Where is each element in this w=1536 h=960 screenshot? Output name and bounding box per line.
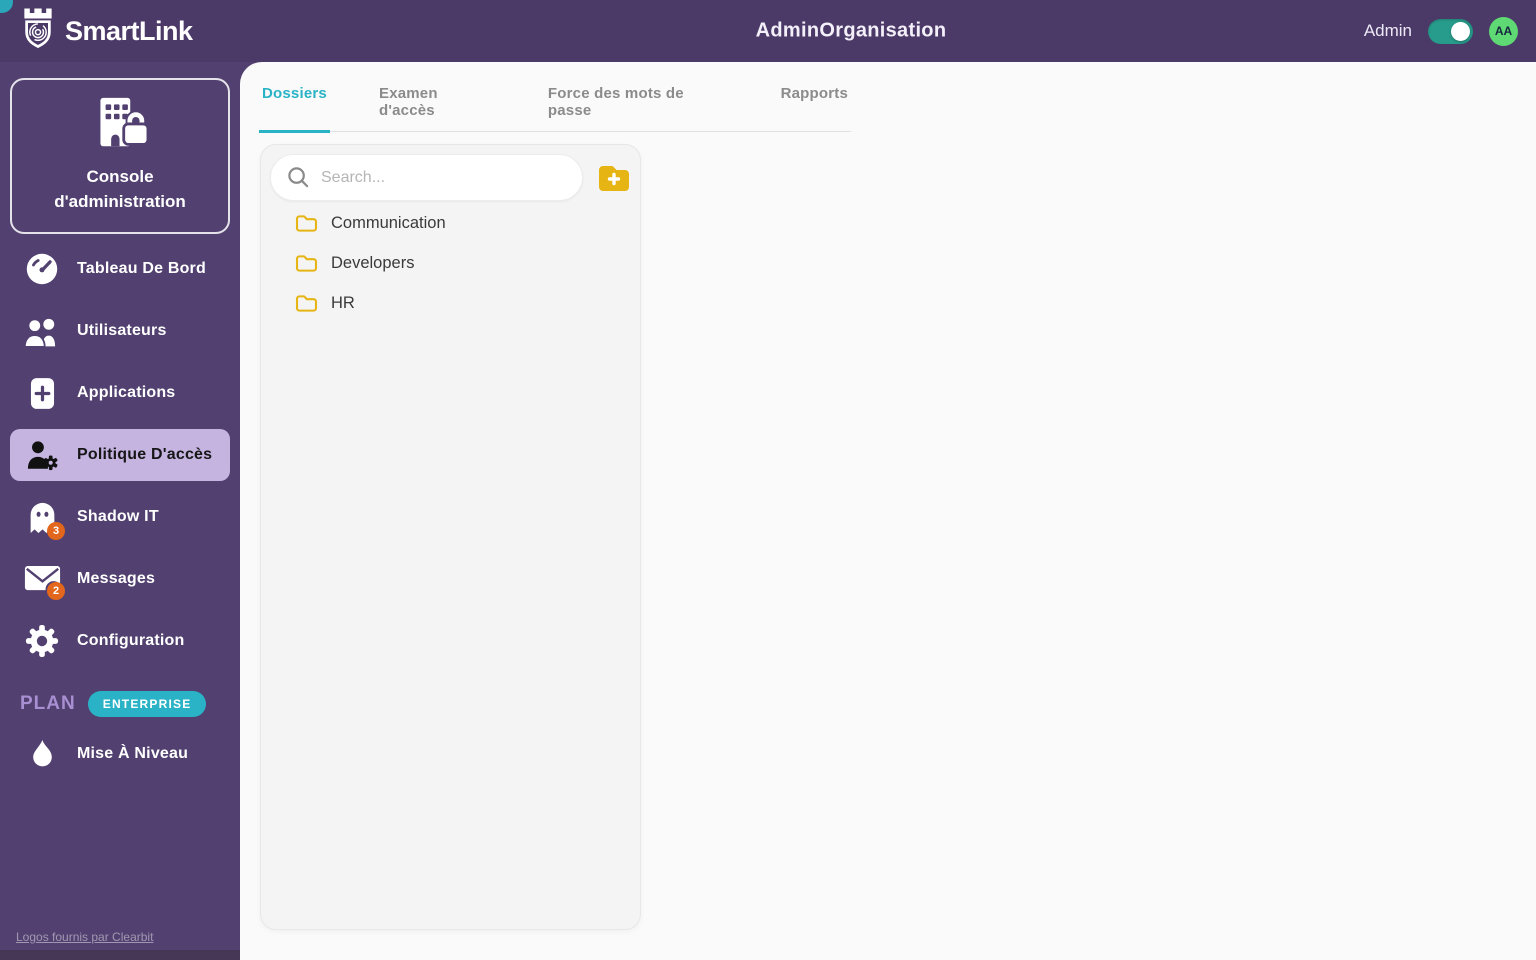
folder-row-developers[interactable]: Developers: [295, 243, 631, 283]
flame-icon: [22, 739, 62, 770]
admin-mode-label: Admin: [1363, 21, 1412, 40]
sidebar-item-access-policy[interactable]: Politique D'accès: [10, 429, 230, 482]
ghost-icon: 3: [22, 501, 65, 540]
corner-accent-dot: [0, 0, 13, 13]
console-label: Console d'administration: [54, 167, 186, 211]
building-lock-icon: [89, 97, 151, 154]
user-gear-icon: [22, 440, 62, 471]
tab-examen-dacces[interactable]: Examen d'accès: [376, 85, 499, 131]
header-controls: Admin AA: [1363, 16, 1518, 46]
add-folder-button[interactable]: [597, 163, 631, 193]
search-row: [270, 154, 631, 201]
plan-row: PLAN ENTERPRISE: [20, 691, 230, 718]
tab-force-mots-de-passe[interactable]: Force des mots de passe: [545, 85, 732, 131]
clearbit-attribution-link[interactable]: Logos fournis par Clearbit: [16, 930, 153, 944]
admin-mode-toggle[interactable]: [1428, 18, 1473, 44]
folder-icon: [295, 294, 318, 313]
app-header: SmartLink AdminOrganisation Admin AA: [0, 0, 1536, 62]
app-plus-icon: [22, 377, 62, 410]
brand[interactable]: SmartLink: [18, 7, 193, 55]
sidebar-item-messages[interactable]: 2 Messages: [10, 553, 230, 605]
folder-icon: [295, 214, 318, 233]
folder-name: Developers: [331, 253, 415, 272]
sidebar-item-label: Messages: [77, 570, 156, 588]
search-input[interactable]: [321, 168, 566, 187]
sidebar-item-upgrade[interactable]: Mise À Niveau: [10, 731, 230, 777]
tab-rapports[interactable]: Rapports: [778, 85, 851, 131]
sidebar-item-label: Politique D'accès: [77, 446, 213, 464]
search-box[interactable]: [270, 154, 583, 201]
shield-fingerprint-logo-icon: [18, 7, 58, 55]
folder-name: HR: [331, 293, 355, 312]
shadow-it-badge: 3: [47, 521, 65, 540]
sidebar-bottom-strip: [0, 950, 240, 960]
sidebar-item-dashboard[interactable]: Tableau De Bord: [10, 243, 230, 295]
sidebar-item-configuration[interactable]: Configuration: [10, 615, 230, 667]
sidebar-item-label: Configuration: [77, 632, 185, 650]
sidebar-item-users[interactable]: Utilisateurs: [10, 305, 230, 357]
tab-dossiers[interactable]: Dossiers: [259, 85, 330, 133]
sidebar-item-label: Applications: [77, 384, 176, 402]
main-content: Dossiers Examen d'accès Force des mots d…: [240, 62, 1536, 960]
mail-icon: 2: [22, 564, 65, 601]
messages-badge: 2: [47, 582, 65, 601]
plan-enterprise-badge[interactable]: ENTERPRISE: [87, 691, 207, 718]
sidebar-item-label: Mise À Niveau: [77, 745, 189, 763]
gear-icon: [22, 624, 62, 658]
brand-name: SmartLink: [65, 15, 193, 46]
sidebar-item-applications[interactable]: Applications: [10, 367, 230, 419]
sidebar-item-label: Utilisateurs: [77, 322, 167, 340]
tab-bar: Dossiers Examen d'accès Force des mots d…: [259, 85, 851, 133]
folder-name: Communication: [331, 213, 446, 232]
sidebar-item-label: Shadow IT: [77, 508, 159, 526]
sidebar-item-label: Tableau De Bord: [77, 260, 206, 278]
folder-row-communication[interactable]: Communication: [295, 203, 631, 243]
sidebar-item-shadow-it[interactable]: 3 Shadow IT: [10, 491, 230, 543]
search-icon: [287, 166, 310, 189]
gauge-icon: [22, 252, 62, 286]
toggle-knob: [1451, 21, 1470, 41]
sidebar: Console d'administration Tableau De Bord: [0, 62, 240, 960]
folders-panel: Communication Developers HR: [260, 144, 641, 930]
plan-label: PLAN: [20, 693, 76, 715]
folder-row-hr[interactable]: HR: [295, 283, 631, 323]
page-title: AdminOrganisation: [755, 19, 947, 42]
users-icon: [22, 316, 62, 347]
folder-plus-icon: [597, 163, 631, 193]
folder-list: Communication Developers HR: [270, 203, 631, 323]
folder-icon: [295, 254, 318, 273]
admin-console-card[interactable]: Console d'administration: [10, 78, 230, 235]
user-avatar[interactable]: AA: [1489, 16, 1518, 46]
